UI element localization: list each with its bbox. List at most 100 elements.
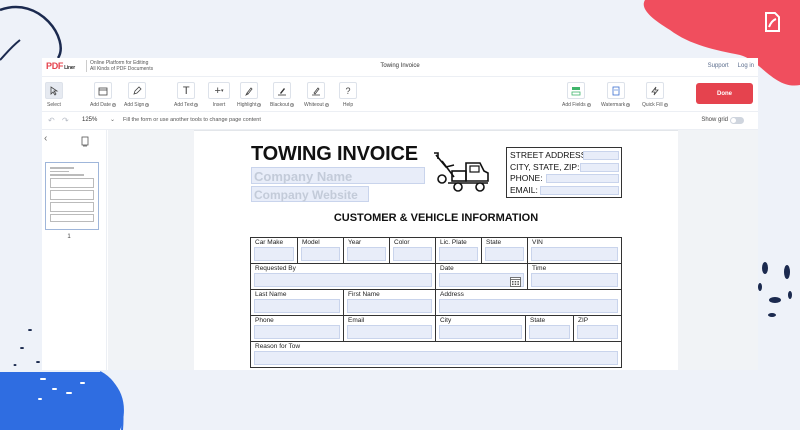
chevron-left-icon[interactable]: ‹ <box>44 133 47 144</box>
reason-row: Reason for Tow <box>251 342 621 368</box>
section-title: CUSTOMER & VEHICLE INFORMATION <box>333 212 539 224</box>
table-cell: First Name <box>343 290 435 315</box>
table-cell: Requested By <box>251 264 435 289</box>
state-cell-field[interactable] <box>529 325 570 339</box>
customer-vehicle-table: Car Make Model Year Color Lic. Plate Sta… <box>250 237 622 368</box>
table-cell: State <box>481 238 527 263</box>
table-cell: Date <box>435 264 527 289</box>
street-address-field[interactable] <box>583 151 619 160</box>
state-field[interactable] <box>485 247 524 261</box>
undo-icon[interactable]: ↶ <box>48 116 55 125</box>
table-cell: Model <box>297 238 343 263</box>
table-cell: Last Name <box>251 290 343 315</box>
redo-icon[interactable]: ↷ <box>62 116 69 125</box>
pages-sidebar: ‹ 1 <box>42 130 107 370</box>
email-cell-field[interactable] <box>347 325 432 339</box>
table-cell: Lic. Plate <box>435 238 481 263</box>
vin-field[interactable] <box>531 247 618 261</box>
highlighter-icon <box>240 82 259 99</box>
watermark-icon <box>606 82 625 99</box>
add-fields-tool[interactable]: Add Fields? <box>562 82 591 108</box>
top-links: Support Log in <box>708 63 754 69</box>
table-cell: Color <box>389 238 435 263</box>
request-row: Requested By Date Time <box>251 264 621 290</box>
document-title: Towing Invoice <box>380 63 420 69</box>
table-cell: Time <box>527 264 621 289</box>
top-bar: PDFLiner Online Platform for Editing All… <box>42 58 758 76</box>
blackout-tool[interactable]: Blackout? <box>270 82 295 108</box>
table-cell: City <box>435 316 525 341</box>
first-name-field[interactable] <box>347 299 432 313</box>
table-cell: VIN <box>527 238 621 263</box>
highlight-tool[interactable]: Highlight? <box>237 82 262 108</box>
street-address-row: STREET ADDRESS: <box>510 150 619 162</box>
show-grid-toggle[interactable] <box>730 117 744 124</box>
address-field[interactable] <box>439 299 618 313</box>
email-row: EMAIL: <box>510 185 619 197</box>
table-cell: State <box>525 316 573 341</box>
last-name-field[interactable] <box>254 299 340 313</box>
add-date-tool[interactable]: Add Date? <box>90 82 116 108</box>
lic-plate-field[interactable] <box>439 247 478 261</box>
question-icon: ? <box>339 82 357 99</box>
phone-cell-field[interactable] <box>254 325 340 339</box>
phone-row: PHONE: <box>510 173 619 185</box>
help-tool[interactable]: ? Help <box>339 82 357 108</box>
city-state-zip-field[interactable] <box>580 162 619 172</box>
calendar-icon <box>93 82 112 99</box>
page-number: 1 <box>67 234 71 240</box>
name-row: Last Name First Name Address <box>251 290 621 316</box>
zoom-select[interactable]: 125% ⌄ <box>79 115 117 126</box>
eraser-icon <box>307 82 326 99</box>
car-make-field[interactable] <box>254 247 294 261</box>
hint-text: Fill the form or use another tools to ch… <box>123 117 261 123</box>
thumbnails-icon[interactable] <box>80 134 90 152</box>
color-field[interactable] <box>393 247 432 261</box>
plus-icon: + ▾ <box>208 82 230 99</box>
whiteout-tool[interactable]: Whiteout? <box>304 82 329 108</box>
table-cell: Car Make <box>251 238 297 263</box>
support-link[interactable]: Support <box>708 63 729 69</box>
select-tool[interactable]: Select <box>45 82 63 108</box>
zip-field[interactable] <box>577 325 618 339</box>
phone-field[interactable] <box>546 174 619 183</box>
table-cell: Year <box>343 238 389 263</box>
table-cell: Email <box>343 316 435 341</box>
table-cell: Phone <box>251 316 343 341</box>
vehicle-row: Car Make Model Year Color Lic. Plate Sta… <box>251 238 621 264</box>
address-box: STREET ADDRESS: CITY, STATE, ZIP: PHONE:… <box>506 147 622 198</box>
invoice-title: TOWING INVOICE <box>251 143 418 165</box>
contact-row: Phone Email City State ZIP <box>251 316 621 342</box>
quick-fill-tool[interactable]: Quick Fill? <box>642 82 668 108</box>
table-cell: ZIP <box>573 316 621 341</box>
time-field[interactable] <box>531 273 618 287</box>
watermark-tool[interactable]: Watermark? <box>601 82 631 108</box>
insert-tool[interactable]: + ▾ Insert <box>208 82 230 108</box>
company-website-field[interactable]: Company Website <box>251 186 369 202</box>
email-field[interactable] <box>540 185 619 195</box>
reason-for-tow-field[interactable] <box>254 351 618 365</box>
text-icon: T <box>177 82 196 99</box>
add-text-tool[interactable]: T Add Text? <box>174 82 199 108</box>
table-cell: Address <box>435 290 621 315</box>
table-cell: Reason for Tow <box>251 342 621 367</box>
company-name-field[interactable]: Company Name <box>251 167 425 184</box>
requested-by-field[interactable] <box>254 273 432 287</box>
show-grid-label: Show grid <box>701 117 728 123</box>
pdf-brand-icon <box>760 10 784 34</box>
toolbar: Select Add Date? Add Sign? T Add Text? +… <box>42 76 758 112</box>
page-thumbnail[interactable] <box>45 162 99 230</box>
year-field[interactable] <box>347 247 386 261</box>
marker-icon <box>273 82 292 99</box>
login-link[interactable]: Log in <box>738 63 754 69</box>
chevron-down-icon: ⌄ <box>109 117 115 123</box>
lightning-icon <box>645 82 664 99</box>
cursor-icon <box>45 82 63 99</box>
app-window: PDFLiner Online Platform for Editing All… <box>42 58 758 370</box>
model-field[interactable] <box>301 247 340 261</box>
done-button[interactable]: Done <box>696 83 753 104</box>
city-field[interactable] <box>439 325 522 339</box>
add-sign-tool[interactable]: Add Sign? <box>124 82 150 108</box>
pen-icon <box>127 82 146 99</box>
pdf-page: TOWING INVOICE Company Name Company Webs… <box>194 130 678 370</box>
